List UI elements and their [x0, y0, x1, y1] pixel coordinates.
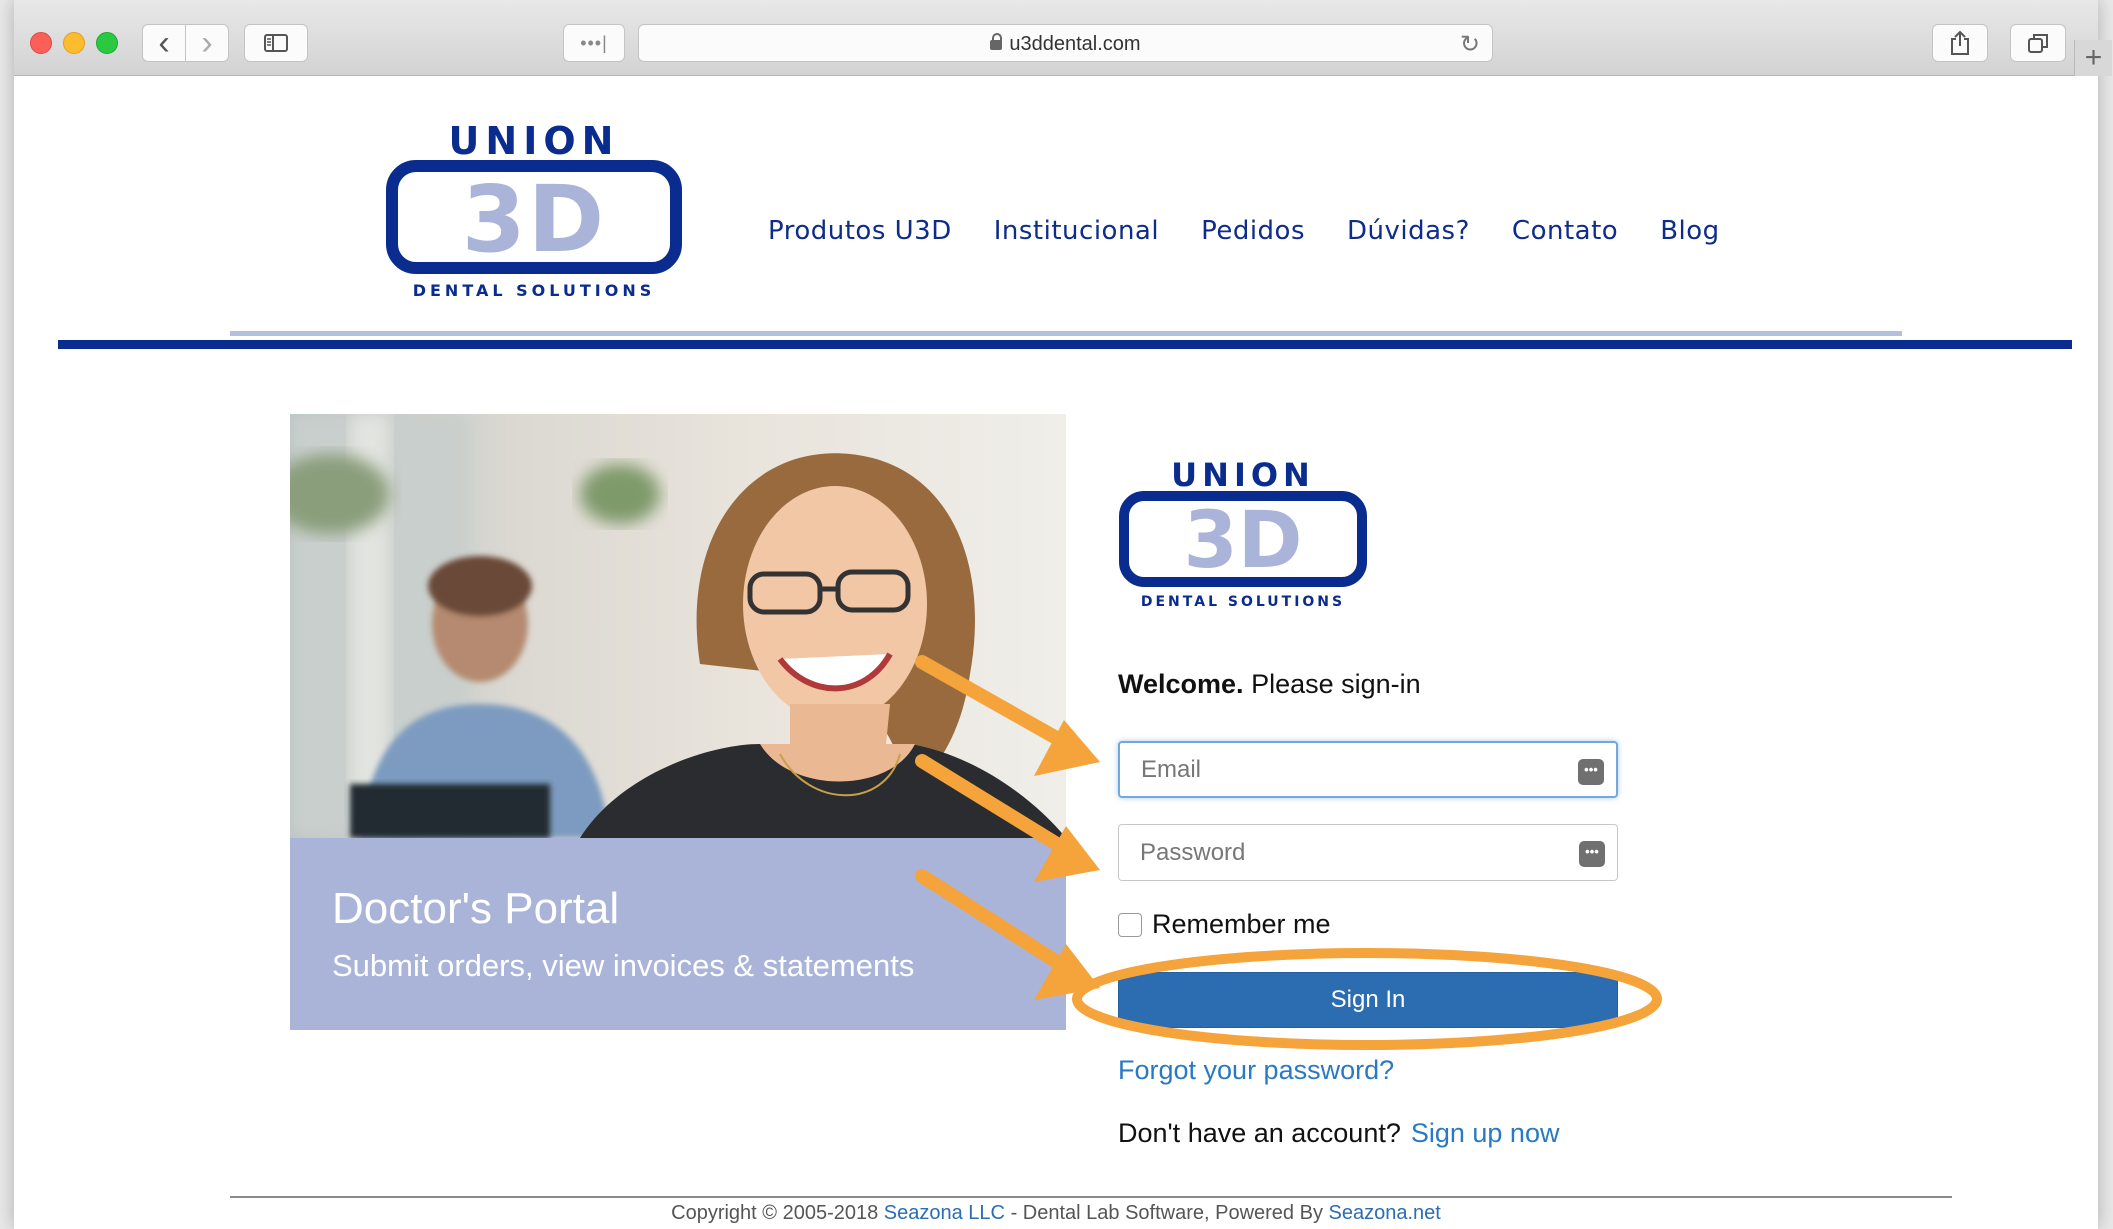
hero-photo: [290, 414, 1066, 838]
password-autofill-icon[interactable]: •••: [1579, 841, 1605, 867]
password-field[interactable]: •••: [1118, 824, 1618, 881]
welcome-heading: Welcome. Please sign-in: [1118, 669, 1421, 700]
nav-duvidas[interactable]: Dúvidas?: [1347, 216, 1470, 246]
header-divider-dark: [58, 340, 2072, 349]
union3d-logo[interactable]: UNION 3D DENTAL SOLUTIONS: [384, 120, 684, 304]
footer-prefix: Copyright © 2005-2018: [671, 1202, 879, 1224]
nav-institucional[interactable]: Institucional: [994, 216, 1159, 246]
hero-banner: Doctor's Portal Submit orders, view invo…: [290, 414, 1066, 1030]
new-tab-button[interactable]: +: [2074, 40, 2112, 76]
zoom-window-button[interactable]: [96, 32, 118, 54]
remember-me-label[interactable]: Remember me: [1152, 909, 1331, 940]
remember-me-row[interactable]: Remember me: [1118, 909, 1331, 940]
svg-text:UNION: UNION: [1171, 456, 1315, 494]
web-page: UNION 3D DENTAL SOLUTIONS Produtos U3D I…: [14, 76, 2098, 1229]
sidebar-toggle-button[interactable]: [244, 24, 308, 62]
doctor-photo-illustration: [290, 414, 1066, 838]
footer-copyright: Copyright © 2005-2018 Seazona LLC - Dent…: [14, 1202, 2098, 1225]
email-field[interactable]: •••: [1118, 741, 1618, 798]
tabs-icon: [2028, 34, 2048, 53]
nav-produtos[interactable]: Produtos U3D: [768, 216, 952, 246]
welcome-rest: Please sign-in: [1251, 669, 1421, 699]
footer-divider: [230, 1196, 1952, 1198]
svg-text:3D: 3D: [462, 166, 606, 273]
more-icon: •••|: [580, 32, 608, 53]
tabs-overview-button[interactable]: [2010, 24, 2066, 62]
minimize-window-button[interactable]: [63, 32, 85, 54]
close-window-button[interactable]: [30, 32, 52, 54]
footer-site-link[interactable]: Seazona.net: [1329, 1202, 1441, 1224]
lock-icon: [990, 33, 1003, 50]
address-bar[interactable]: u3ddental.com ↻: [638, 24, 1493, 62]
extensions-button[interactable]: •••|: [563, 24, 625, 62]
sign-in-button[interactable]: Sign In: [1118, 972, 1618, 1028]
no-account-text: Don't have an account?: [1118, 1118, 1401, 1148]
share-icon: [1951, 30, 1969, 55]
browser-toolbar: ‹ › •••| u3ddental.com ↻ +: [14, 0, 2112, 76]
footer-middle: - Dental Lab Software, Powered By: [1010, 1202, 1323, 1224]
hero-title: Doctor's Portal: [332, 884, 620, 933]
back-button[interactable]: ‹: [142, 24, 186, 62]
email-input[interactable]: [1120, 743, 1616, 796]
welcome-bold: Welcome.: [1118, 669, 1244, 699]
svg-text:UNION: UNION: [449, 120, 620, 163]
nav-blog[interactable]: Blog: [1660, 216, 1719, 246]
login-logo: UNION 3D DENTAL SOLUTIONS: [1119, 456, 1367, 610]
nav-pedidos[interactable]: Pedidos: [1201, 216, 1305, 246]
password-autofill-icon[interactable]: •••: [1578, 759, 1604, 785]
forgot-password-link[interactable]: Forgot your password?: [1118, 1055, 1394, 1086]
plus-icon: +: [2084, 41, 2103, 74]
no-account-row: Don't have an account? Sign up now: [1118, 1118, 1559, 1149]
svg-text:3D: 3D: [1183, 496, 1302, 586]
share-button[interactable]: [1932, 24, 1988, 62]
header-divider-light: [230, 331, 1902, 336]
hero-subtitle: Submit orders, view invoices & statement…: [332, 948, 915, 983]
chevron-left-icon: ‹: [158, 24, 170, 62]
footer-company-link[interactable]: Seazona LLC: [884, 1202, 1005, 1224]
sidebar-icon: [264, 34, 288, 52]
svg-text:DENTAL SOLUTIONS: DENTAL SOLUTIONS: [413, 281, 656, 300]
sign-up-link[interactable]: Sign up now: [1411, 1118, 1560, 1148]
svg-text:DENTAL SOLUTIONS: DENTAL SOLUTIONS: [1141, 594, 1345, 610]
nav-contato[interactable]: Contato: [1512, 216, 1618, 246]
chevron-right-icon: ›: [201, 24, 213, 62]
browser-window: ‹ › •••| u3ddental.com ↻ + UNION 3D DENT…: [14, 0, 2112, 1229]
forward-button[interactable]: ›: [185, 24, 229, 62]
main-nav: Produtos U3D Institucional Pedidos Dúvid…: [768, 216, 1762, 246]
remember-me-checkbox[interactable]: [1118, 912, 1142, 937]
hero-caption: Doctor's Portal Submit orders, view invo…: [290, 838, 1066, 1030]
password-input[interactable]: [1119, 825, 1617, 880]
reload-icon[interactable]: ↻: [1460, 30, 1480, 59]
url-text: u3ddental.com: [1009, 33, 1141, 55]
